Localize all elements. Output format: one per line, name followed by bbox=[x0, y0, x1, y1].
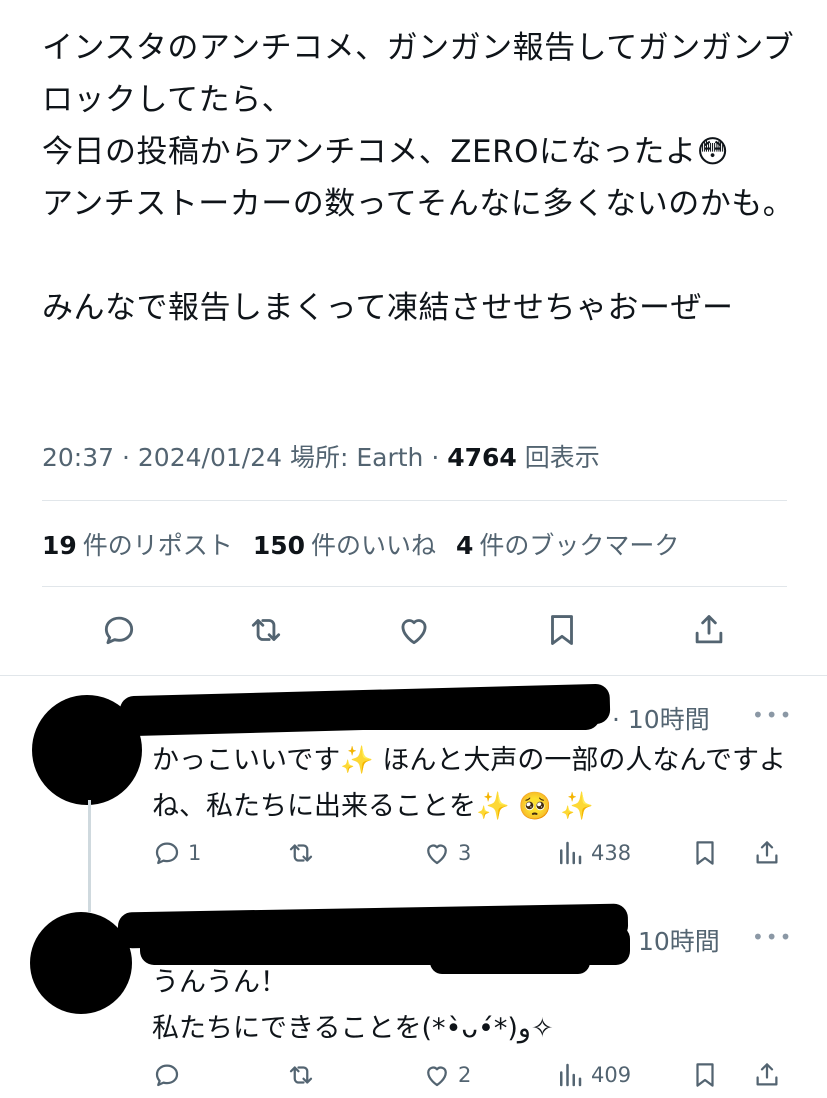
like-count: 150 bbox=[252, 531, 305, 560]
view-label: 回表示 bbox=[524, 443, 600, 472]
reply-icon bbox=[155, 1064, 179, 1087]
reply-button[interactable] bbox=[152, 1060, 182, 1090]
like-count: 2 bbox=[458, 1063, 472, 1087]
repost-button[interactable] bbox=[286, 1060, 316, 1090]
like-count: 3 bbox=[458, 841, 472, 865]
bookmark-button[interactable] bbox=[690, 838, 720, 868]
reply-button[interactable]: 1 bbox=[152, 838, 201, 868]
bookmark-button[interactable] bbox=[690, 1060, 720, 1090]
tweet-meta: 20:37 · 2024/01/24 場所: Earth · 4764 回表示 bbox=[42, 438, 600, 474]
tweet-action-bar bbox=[0, 608, 827, 658]
share-button[interactable] bbox=[752, 1060, 782, 1090]
share-icon bbox=[695, 615, 723, 644]
reply-text: かっこいいです✨ ほんと大声の一部の人なんですよね、私たちに出来ることを✨ 🥺 … bbox=[152, 745, 787, 822]
meta-dot: · bbox=[122, 443, 138, 472]
bookmark-stat[interactable]: 4 件のブックマーク bbox=[456, 531, 679, 560]
like-icon bbox=[427, 844, 447, 865]
like-button[interactable]: 3 bbox=[422, 838, 471, 868]
repost-stat[interactable]: 19 件のリポスト bbox=[42, 531, 233, 560]
like-label: 件のいいね bbox=[311, 531, 437, 560]
view-count: 409 bbox=[591, 1063, 632, 1087]
reply-icon bbox=[155, 842, 179, 865]
like-stat[interactable]: 150 件のいいね bbox=[253, 531, 436, 560]
views-button[interactable]: 409 bbox=[555, 1060, 631, 1090]
tweet-time[interactable]: 20:37 bbox=[42, 443, 114, 472]
reply-time[interactable]: · 10時間 bbox=[612, 700, 710, 736]
bookmark-count: 4 bbox=[456, 531, 474, 560]
like-icon bbox=[427, 1066, 447, 1087]
more-options-button[interactable]: ••• bbox=[752, 925, 793, 949]
bookmark-icon bbox=[696, 841, 714, 865]
repost-icon bbox=[251, 619, 281, 641]
repost-label: 件のリポスト bbox=[82, 531, 233, 560]
bookmark-icon bbox=[551, 615, 573, 645]
repost-button[interactable] bbox=[286, 838, 316, 868]
section-divider bbox=[0, 675, 827, 676]
engagement-stats: 19 件のリポスト 150 件のいいね 4 件のブックマーク bbox=[42, 526, 679, 562]
analytics-icon bbox=[560, 841, 582, 865]
location-name[interactable]: Earth bbox=[356, 443, 423, 472]
view-count: 438 bbox=[591, 841, 632, 865]
location-label: 場所: bbox=[289, 443, 349, 472]
tweet-date[interactable]: 2024/01/24 bbox=[138, 443, 282, 472]
bookmark-icon bbox=[696, 1063, 714, 1087]
like-icon bbox=[401, 619, 427, 645]
bookmark-label: 件のブックマーク bbox=[479, 531, 680, 560]
repost-icon bbox=[289, 1066, 313, 1084]
repost-count: 19 bbox=[42, 531, 77, 560]
bookmark-button[interactable] bbox=[540, 608, 584, 652]
repost-button[interactable] bbox=[244, 608, 288, 652]
reply-time[interactable]: 10時間 bbox=[638, 922, 720, 958]
share-button[interactable] bbox=[687, 608, 731, 652]
meta-dot: · bbox=[431, 443, 448, 472]
reply-count: 1 bbox=[188, 841, 202, 865]
reply-time-text: 10時間 bbox=[627, 705, 710, 734]
tweet-text: インスタのアンチコメ、ガンガン報告してガンガンブロックしてたら、 今日の投稿から… bbox=[42, 30, 795, 326]
thread-line bbox=[88, 800, 91, 912]
view-count: 4764 bbox=[447, 443, 517, 472]
divider bbox=[42, 500, 787, 501]
like-button[interactable]: 2 bbox=[422, 1060, 471, 1090]
share-icon bbox=[756, 1063, 778, 1086]
repost-icon bbox=[289, 844, 313, 862]
reply-button[interactable] bbox=[97, 608, 141, 652]
reply-icon bbox=[104, 616, 134, 645]
divider bbox=[42, 586, 787, 587]
share-button[interactable] bbox=[752, 838, 782, 868]
views-button[interactable]: 438 bbox=[555, 838, 631, 868]
avatar[interactable] bbox=[30, 912, 132, 1014]
analytics-icon bbox=[560, 1063, 582, 1087]
share-icon bbox=[756, 841, 778, 864]
more-options-button[interactable]: ••• bbox=[752, 703, 793, 727]
like-button[interactable] bbox=[392, 608, 436, 652]
reply-text: うんうん！ 私たちにできることを(*•̀ᴗ•́*)و✧ bbox=[152, 967, 554, 1044]
redacted-handle bbox=[140, 700, 600, 730]
